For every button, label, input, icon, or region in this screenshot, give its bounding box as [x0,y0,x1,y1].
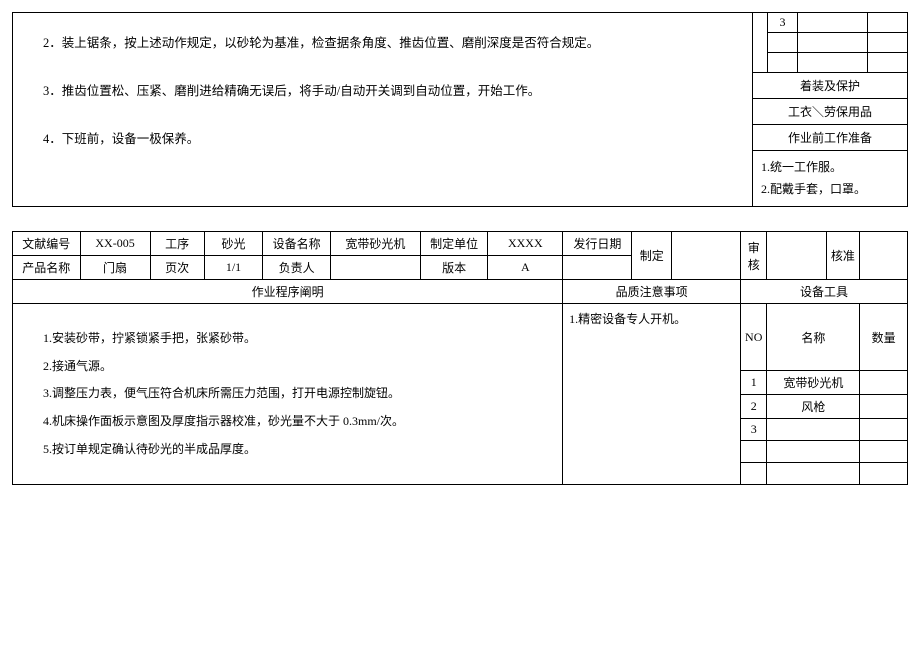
equip-name [767,463,860,485]
equip-row-num: 3 [767,13,797,33]
value-draft [671,232,740,280]
equip-col-no-header: NO [741,304,767,371]
equip-row-name [797,33,867,53]
value-version: A [488,256,563,280]
equip-row-name [797,13,867,33]
proc-step: 4.机床操作面板示意图及厚度指示器校准，砂光量不大于 0.3mm/次。 [43,411,532,433]
value-page: 1/1 [204,256,263,280]
label-owner: 负责人 [263,256,331,280]
prep-item: 1.统一工作服。 [761,157,899,179]
value-review [767,232,826,280]
equip-qty [860,395,908,419]
value-equip-name: 宽带砂光机 [330,232,420,256]
label-draft: 制定 [632,232,671,280]
value-approve [860,232,908,280]
equip-col-qty-header: 数量 [860,304,908,371]
value-doc-no: XX-005 [80,232,150,256]
proc-step: 2.接通气源。 [43,356,532,378]
equip-name [767,441,860,463]
equip-qty [860,441,908,463]
header-tools: 设备工具 [741,280,908,304]
pre-work-header: 作业前工作准备 [753,125,907,151]
equip-qty [860,371,908,395]
equip-name: 宽带砂光机 [767,371,860,395]
header-quality: 品质注意事项 [563,280,741,304]
proc-step: 5.按订单规定确认待砂光的半成品厚度。 [43,439,532,461]
prep-item: 2.配戴手套，口罩。 [761,179,899,201]
equip-qty [860,419,908,441]
equip-no [741,463,767,485]
label-doc-no: 文献编号 [13,232,81,256]
label-process: 工序 [150,232,204,256]
label-product: 产品名称 [13,256,81,280]
dress-protection-header: 着装及保护 [753,73,907,99]
equip-row-name [797,53,867,73]
proc-step: 3.调整压力表，便气压符合机床所需压力范围，打开电源控制旋钮。 [43,383,532,405]
value-process: 砂光 [204,232,263,256]
procedure-steps-area: 2．装上锯条，按上述动作规定，以砂轮为基准，检查据条角度、推齿位置、磨削深度是否… [13,13,753,206]
proc-step: 1.安装砂带，拧紧锁紧手把，张紧砂带。 [43,328,532,350]
value-owner [330,256,420,280]
value-product: 门扇 [80,256,150,280]
label-page: 页次 [150,256,204,280]
equip-no: 3 [741,419,767,441]
equip-qty [860,463,908,485]
equip-row-qty [867,13,907,33]
label-issue-date: 发行日期 [563,232,632,256]
equip-no: 1 [741,371,767,395]
equip-name [767,419,860,441]
equip-no [741,441,767,463]
procedure-body: 1.安装砂带，拧紧锁紧手把，张紧砂带。 2.接通气源。 3.调整压力表，便气压符… [13,304,563,485]
label-dept: 制定单位 [420,232,488,256]
label-version: 版本 [420,256,488,280]
equip-no: 2 [741,395,767,419]
equip-row-qty [867,53,907,73]
value-dept: XXXX [488,232,563,256]
work-instruction-form: 文献编号 XX-005 工序 砂光 设备名称 宽带砂光机 制定单位 XXXX 发… [12,231,908,485]
equip-row-num [767,53,797,73]
equip-row-qty [867,33,907,53]
upper-form-section: 2．装上锯条，按上述动作规定，以砂轮为基准，检查据条角度、推齿位置、磨削深度是否… [12,12,908,207]
equip-row-num [767,33,797,53]
label-equip-name: 设备名称 [263,232,331,256]
quality-notes: 1.精密设备专人开机。 [563,304,741,485]
pre-work-body: 1.统一工作服。 2.配戴手套，口罩。 [753,151,907,206]
right-side-panel: 3 着装及保护 工衣＼劳保用品 作业前工作准备 1.统一工作服。 [753,13,907,206]
step-text: 2．装上锯条，按上述动作规定，以砂轮为基准，检查据条角度、推齿位置、磨削深度是否… [43,33,722,53]
label-approve: 核准 [826,232,860,280]
equip-col-name-header: 名称 [767,304,860,371]
step-text: 4．下班前，设备一极保养。 [43,129,722,149]
equip-name: 风枪 [767,395,860,419]
dress-protection-body: 工衣＼劳保用品 [753,99,907,125]
label-review: 审核 [741,232,767,280]
header-proc-desc: 作业程序阐明 [13,280,563,304]
step-text: 3．推齿位置松、压紧、磨削进给精确无误后，将手动/自动开关调到自动位置，开始工作… [43,81,722,101]
value-issue-date [563,256,632,280]
